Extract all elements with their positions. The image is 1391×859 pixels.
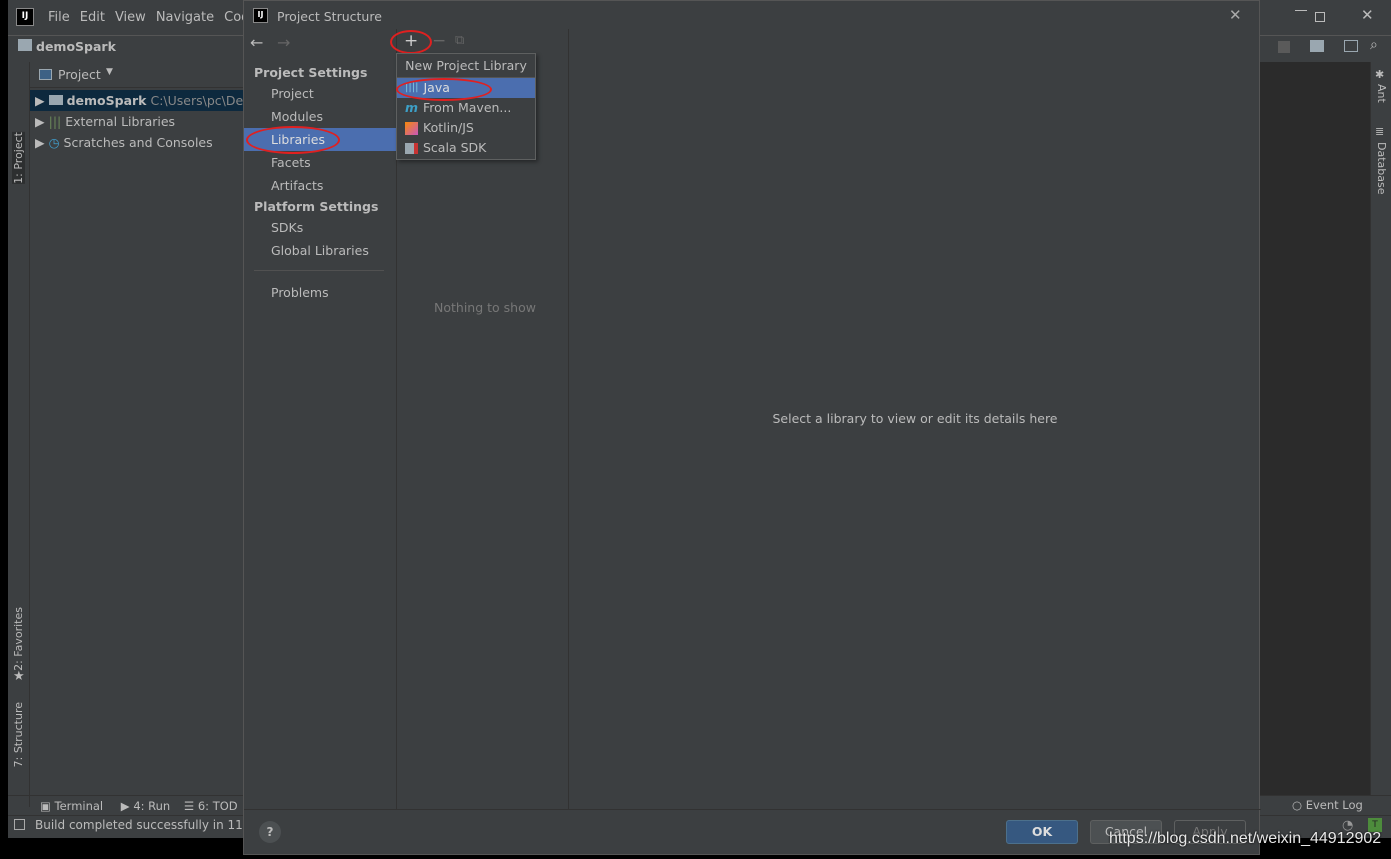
nav-artifacts[interactable]: Artifacts bbox=[244, 174, 396, 197]
stop-icon[interactable] bbox=[1278, 41, 1290, 53]
nav-project[interactable]: Project bbox=[244, 82, 396, 105]
database-icon: ≣ bbox=[1375, 125, 1385, 138]
library-icon: ||| bbox=[48, 114, 62, 129]
tool-project[interactable]: 1: Project bbox=[12, 132, 25, 184]
event-log-button[interactable]: ○ Event Log bbox=[1292, 798, 1363, 812]
project-view-icon bbox=[39, 69, 52, 80]
bottom-tool-bar: ▣ Terminal ▶ 4: Run ☰ 6: TOD bbox=[40, 799, 238, 813]
dialog-close-button[interactable]: ✕ bbox=[1229, 6, 1242, 24]
tool-database[interactable]: Database bbox=[1375, 142, 1388, 195]
tree-item-demospark[interactable]: ▶ demoSpark C:\Users\pc\Desk bbox=[30, 90, 243, 111]
left-tool-strip: 1: Project 2: Favorites ★ 7: Structure bbox=[8, 62, 30, 807]
menu-view[interactable]: View bbox=[115, 10, 146, 25]
new-library-popup: New Project Library |||| Java m From Maven… bbox=[396, 53, 536, 160]
annotation-circle-add bbox=[390, 30, 432, 54]
kotlin-js-icon bbox=[405, 121, 418, 135]
terminal-icon: ▣ bbox=[40, 799, 51, 813]
remove-button[interactable]: − bbox=[432, 31, 446, 51]
star-icon: ★ bbox=[13, 669, 25, 684]
intellij-logo-icon: IJ bbox=[16, 8, 34, 26]
ok-button[interactable]: OK bbox=[1006, 820, 1078, 844]
detail-hint: Select a library to view or edit its det… bbox=[772, 411, 1058, 426]
help-button[interactable]: ? bbox=[259, 821, 281, 843]
nav-sdks[interactable]: SDKs bbox=[244, 216, 396, 239]
popup-item-maven[interactable]: m From Maven... bbox=[397, 98, 535, 118]
watermark: https://blog.csdn.net/weixin_44912902 bbox=[1109, 830, 1382, 847]
todo-icon: ☰ bbox=[183, 799, 195, 813]
dialog-title: Project Structure bbox=[277, 9, 382, 24]
tool-ant[interactable]: Ant bbox=[1375, 84, 1388, 103]
run-window-icon[interactable] bbox=[1344, 40, 1358, 52]
status-message: Build completed successfully in 11 s bbox=[35, 818, 253, 832]
scratches-icon: ◷ bbox=[48, 135, 60, 150]
nav-facets[interactable]: Facets bbox=[244, 151, 396, 174]
folder-icon bbox=[18, 39, 32, 51]
divider bbox=[254, 270, 384, 271]
event-log-icon: ○ bbox=[1292, 798, 1303, 812]
maximize-button[interactable] bbox=[1315, 12, 1325, 22]
project-structure-dialog: IJ Project Structure ✕ ← → Project Setti… bbox=[243, 0, 1261, 855]
library-details-panel: Select a library to view or edit its det… bbox=[570, 29, 1260, 809]
menu-bar: File Edit View Navigate Cod bbox=[48, 10, 259, 25]
nav-modules[interactable]: Modules bbox=[244, 105, 396, 128]
run-icon: ▶ bbox=[120, 799, 130, 813]
nav-project-name[interactable]: demoSpark bbox=[36, 39, 116, 54]
popup-item-scala-sdk[interactable]: Scala SDK bbox=[397, 138, 535, 158]
ant-icon: ✱ bbox=[1375, 68, 1385, 81]
popup-title: New Project Library bbox=[397, 54, 535, 78]
project-settings-header: Project Settings bbox=[254, 65, 368, 80]
search-icon[interactable]: ⌕ bbox=[1370, 37, 1378, 53]
back-button[interactable]: ← bbox=[250, 33, 263, 52]
right-tool-strip: ✱ Ant ≣ Database bbox=[1370, 62, 1391, 795]
platform-settings-header: Platform Settings bbox=[254, 199, 379, 214]
editor-area bbox=[1260, 62, 1370, 795]
tree-item-scratches[interactable]: ▶ ◷ Scratches and Consoles bbox=[30, 132, 243, 153]
copy-button[interactable]: ⧉ bbox=[455, 33, 464, 48]
maven-icon: m bbox=[405, 100, 419, 115]
forward-button[interactable]: → bbox=[277, 33, 290, 52]
project-tree: ▶ demoSpark C:\Users\pc\Desk ▶ ||| Exter… bbox=[30, 89, 243, 789]
tool-todo[interactable]: 6: TOD bbox=[198, 799, 238, 813]
nav-problems[interactable]: Problems bbox=[244, 281, 396, 304]
scala-sdk-icon bbox=[405, 142, 418, 154]
intellij-logo-icon: IJ bbox=[253, 8, 268, 23]
menu-edit[interactable]: Edit bbox=[80, 10, 105, 25]
tree-item-external-libraries[interactable]: ▶ ||| External Libraries bbox=[30, 111, 243, 132]
menu-file[interactable]: File bbox=[48, 10, 70, 25]
status-toggle-icon[interactable] bbox=[14, 819, 25, 830]
nav-global-libraries[interactable]: Global Libraries bbox=[244, 239, 396, 262]
empty-list-text: Nothing to show bbox=[434, 300, 536, 315]
tool-terminal[interactable]: Terminal bbox=[55, 799, 104, 813]
popup-item-kotlin-js[interactable]: Kotlin/JS bbox=[397, 118, 535, 138]
project-panel-header: Project ▼ bbox=[30, 62, 243, 88]
tool-structure[interactable]: 7: Structure bbox=[12, 702, 25, 767]
minimize-button[interactable] bbox=[1295, 10, 1307, 11]
close-window-button[interactable]: ✕ bbox=[1361, 6, 1374, 24]
annotation-circle-libraries bbox=[246, 126, 340, 154]
project-view-selector[interactable]: Project bbox=[58, 67, 101, 82]
project-structure-icon[interactable] bbox=[1310, 40, 1324, 52]
chevron-down-icon[interactable]: ▼ bbox=[106, 67, 113, 77]
annotation-circle-java bbox=[396, 78, 492, 101]
tool-run[interactable]: 4: Run bbox=[133, 799, 170, 813]
tool-favorites[interactable]: 2: Favorites bbox=[12, 607, 25, 671]
menu-navigate[interactable]: Navigate bbox=[156, 10, 214, 25]
